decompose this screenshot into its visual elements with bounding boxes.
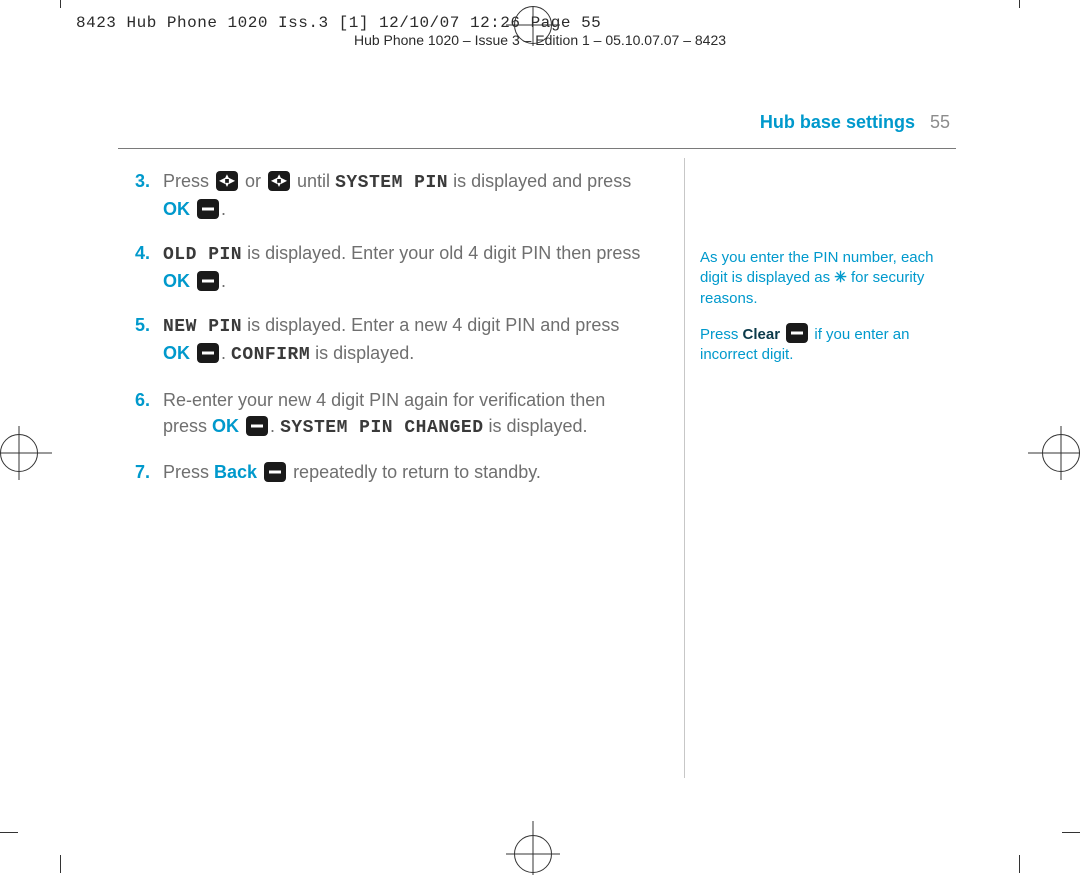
body-text [190,199,195,219]
asterisk-icon: ✳ [834,269,847,286]
body-text: or [240,171,266,191]
page-number: 55 [930,112,950,132]
sidebar-note-1: As you enter the PIN number, each digit … [700,248,960,309]
softkey-minus-icon [246,416,268,436]
lcd-text: CONFIRM [231,345,310,365]
step-4: 4. OLD PIN is displayed. Enter your old 4… [135,240,645,294]
body-text: . [221,343,231,363]
lcd-text: OLD PIN [163,245,242,265]
nav-key-icon: ▲▾ [268,171,290,191]
body-text: Press [163,171,214,191]
clear-label: Clear [743,326,781,343]
crop-tick-bl-v [60,855,61,873]
softkey-minus-icon [786,323,808,343]
crop-tick-tl-v [60,0,61,8]
body-text [190,343,195,363]
body-text: repeatedly to return to standby. [288,462,541,482]
step-5: 5. NEW PIN is displayed. Enter a new 4 di… [135,312,645,368]
body-text: Press [163,462,214,482]
step-number: 6. [135,387,150,413]
body-text: . [270,416,280,436]
body-text: . [221,199,226,219]
lcd-text: NEW PIN [163,317,242,337]
crop-tick-bl-h [0,832,18,833]
step-6: 6.Re-enter your new 4 digit PIN again fo… [135,387,645,441]
body-text: is displayed. [484,416,588,436]
step-number: 5. [135,312,150,338]
sidebar-note2-a: Press [700,326,743,343]
body-text [190,271,195,291]
nav-key-icon: ▲▾ [216,171,238,191]
step-number: 4. [135,240,150,266]
softkey-minus-icon [197,199,219,219]
body-text: . [221,271,226,291]
body-text: is displayed. [310,343,414,363]
body-text [257,462,262,482]
crop-mark-left [0,418,60,488]
column-separator [684,158,685,778]
header-rule [118,148,956,149]
sidebar-column: As you enter the PIN number, each digit … [700,248,960,379]
sidebar-note-2: Press Clear if you enter an incorrect di… [700,323,960,366]
running-header: Hub base settings 55 [760,112,950,133]
body-text: is displayed. Enter your old 4 digit PIN… [242,243,640,263]
page-root: 8423 Hub Phone 1020 Iss.3 [1] 12/10/07 1… [0,0,1080,873]
step-7: 7. Press Back repeatedly to return to sta… [135,459,645,485]
body-text [239,416,244,436]
emphasis-blue: OK [163,343,190,363]
step-number: 3. [135,168,150,194]
body-text: until [292,171,335,191]
main-column: 3. Press ▲▾ or ▲▾ until SYSTEM PIN is dis… [135,168,645,503]
softkey-minus-icon [197,343,219,363]
step-3: 3. Press ▲▾ or ▲▾ until SYSTEM PIN is dis… [135,168,645,222]
softkey-minus-icon [197,271,219,291]
crop-mark-right [1020,418,1080,488]
crop-tick-br-h [1062,832,1080,833]
crop-tick-br-v [1019,855,1020,873]
step-number: 7. [135,459,150,485]
emphasis-blue: OK [163,199,190,219]
emphasis-blue: OK [212,416,239,436]
crop-tick-tr-v [1019,0,1020,8]
crop-mark-top [498,6,568,46]
emphasis-blue: OK [163,271,190,291]
section-title: Hub base settings [760,112,915,132]
emphasis-blue: Back [214,462,257,482]
lcd-text: SYSTEM PIN [335,173,448,193]
lcd-text: SYSTEM PIN CHANGED [280,418,483,438]
body-text: is displayed. Enter a new 4 digit PIN an… [242,315,619,335]
softkey-minus-icon [264,462,286,482]
body-text: is displayed and press [448,171,631,191]
